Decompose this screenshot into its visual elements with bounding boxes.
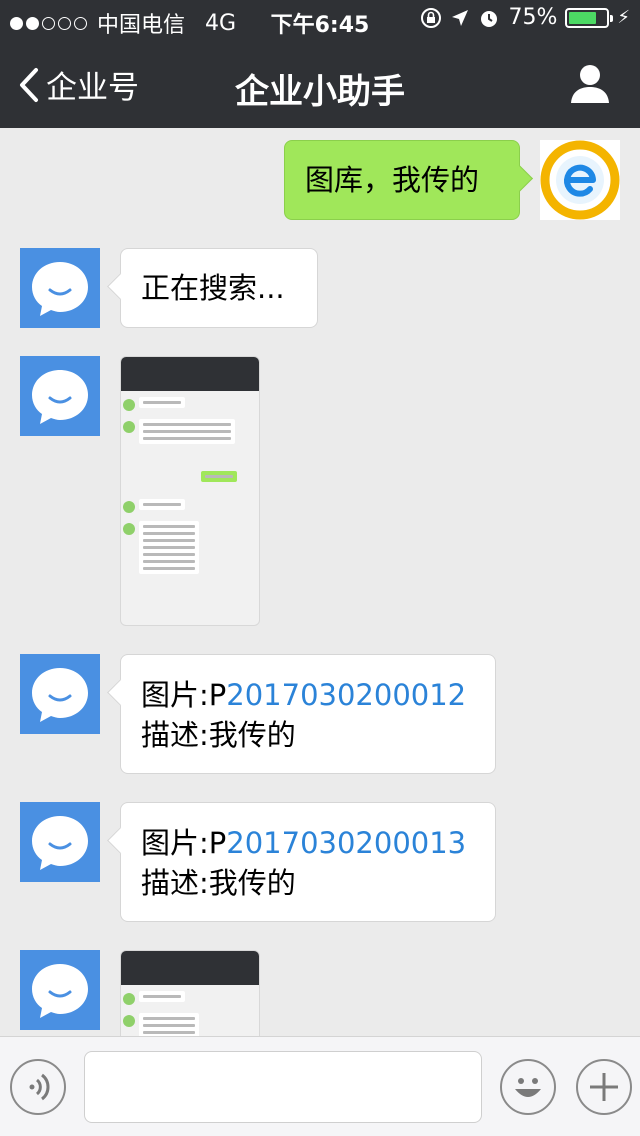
orientation-lock-icon (421, 7, 442, 28)
bot-avatar[interactable] (20, 950, 100, 1030)
user-message[interactable]: 图库，我传的 (284, 140, 520, 220)
voice-button[interactable] (10, 1059, 66, 1115)
bot-avatar[interactable] (20, 248, 100, 328)
chat-bubble-icon (32, 964, 88, 1018)
image-id-link[interactable]: 2017030200012 (226, 678, 466, 712)
bot-avatar[interactable] (20, 356, 100, 436)
description-text: 描述:我传的 (141, 718, 296, 752)
chat-bubble-icon (32, 668, 88, 722)
battery-icon (565, 7, 614, 28)
bot-avatar[interactable] (20, 802, 100, 882)
battery-percent: 75% (508, 5, 558, 30)
emoji-button[interactable] (500, 1059, 556, 1115)
image-thumbnail[interactable] (120, 950, 260, 1036)
back-button[interactable]: 企业号 (18, 62, 139, 107)
chat-bubble-icon (32, 262, 88, 316)
plus-icon (590, 1073, 618, 1101)
more-button[interactable] (576, 1059, 632, 1115)
top-bar: 中国电信 4G 下午6:45 75% ⚡ 企业号 企业小助手 (0, 0, 640, 128)
status-bar: 中国电信 4G 下午6:45 75% ⚡ (0, 0, 640, 40)
emoji-icon (515, 1078, 541, 1097)
alarm-icon (481, 10, 498, 27)
chat-bubble-icon (32, 370, 88, 424)
location-arrow-icon (452, 9, 469, 26)
chevron-left-icon (20, 67, 38, 102)
bot-message-searching[interactable]: 正在搜索... (120, 248, 318, 328)
searching-text: 正在搜索... (141, 271, 285, 305)
input-bar (0, 1036, 640, 1136)
back-label: 企业号 (46, 70, 139, 106)
description-text: 描述:我传的 (141, 866, 296, 900)
nav-bar: 企业号 企业小助手 (0, 40, 640, 128)
voice-icon (29, 1073, 50, 1101)
e-logo-icon (540, 140, 620, 220)
bot-avatar[interactable] (20, 654, 100, 734)
image-thumbnail[interactable] (120, 356, 260, 626)
user-message-text: 图库，我传的 (305, 163, 480, 197)
charging-icon: ⚡ (617, 7, 630, 28)
chat-bubble-icon (32, 816, 88, 870)
message-input[interactable] (84, 1051, 482, 1123)
person-icon[interactable] (568, 62, 612, 106)
image-label: 图片:P (141, 678, 227, 712)
chat-area[interactable]: 图库，我传的 正在搜索... 图片:P2017030200012 描述:我传的 … (0, 128, 640, 1036)
user-avatar[interactable] (540, 140, 620, 220)
bot-message-result[interactable]: 图片:P2017030200012 描述:我传的 (120, 654, 496, 774)
bot-message-result[interactable]: 图片:P2017030200013 描述:我传的 (120, 802, 496, 922)
image-id-link[interactable]: 2017030200013 (226, 826, 466, 860)
image-label: 图片:P (141, 826, 227, 860)
